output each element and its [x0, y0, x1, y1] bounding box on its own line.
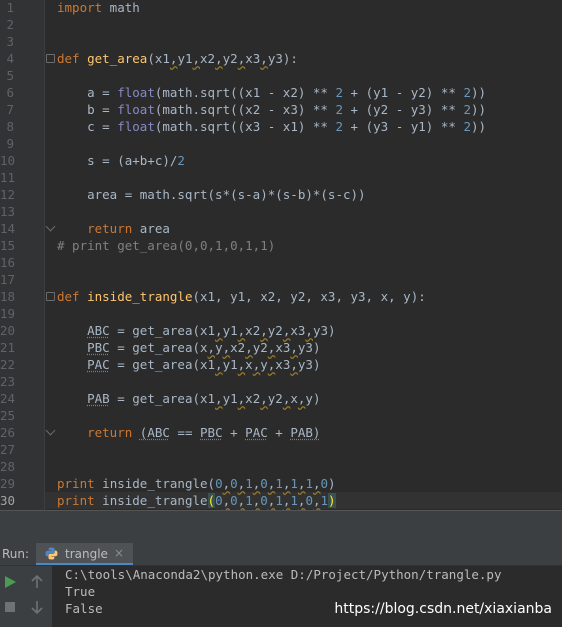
- watermark: https://blog.csdn.net/xiaxianba: [334, 601, 552, 617]
- line-number: 26: [0, 425, 16, 440]
- console-line: True: [65, 584, 96, 599]
- close-icon[interactable]: ×: [114, 546, 124, 560]
- code-line[interactable]: def get_area(x1,y1,x2,y2,x3,y3):: [57, 50, 298, 67]
- line-number: 14: [0, 221, 16, 236]
- line-number: 1: [6, 0, 14, 15]
- line-number: 2: [6, 17, 14, 32]
- line-number: 4: [6, 51, 14, 66]
- line-number: 21: [0, 340, 16, 355]
- code-line[interactable]: c = float(math.sqrt((x3 - x1) ** 2 + (y3…: [57, 118, 486, 135]
- line-number: 18: [0, 289, 16, 304]
- line-number: 29: [0, 476, 16, 491]
- line-number: 11: [0, 170, 16, 185]
- run-tab-label: trangle: [65, 547, 108, 561]
- code-line[interactable]: PAB = get_area(x1,y1,x2,y2,x,y): [57, 390, 320, 407]
- panel-splitter[interactable]: [0, 514, 562, 543]
- code-line[interactable]: s = (a+b+c)/2: [57, 152, 185, 169]
- line-number: 30: [0, 493, 16, 508]
- line-number: 12: [0, 187, 16, 202]
- fold-end-icon[interactable]: [45, 425, 56, 436]
- code-line[interactable]: def inside_trangle(x1, y1, x2, y2, x3, y…: [57, 288, 426, 305]
- code-line[interactable]: b = float(math.sqrt((x2 - x3) ** 2 + (y2…: [57, 101, 486, 118]
- line-number: 23: [0, 374, 16, 389]
- line-number: 19: [0, 306, 16, 321]
- run-toolbar: [0, 566, 52, 627]
- scroll-down-icon[interactable]: [28, 598, 46, 616]
- console-output[interactable]: C:\tools\Anaconda2\python.exe D:/Project…: [52, 566, 562, 627]
- gutter-separator: [44, 0, 45, 513]
- line-number: 27: [0, 442, 16, 457]
- line-number: 24: [0, 391, 16, 406]
- run-tab-trangle[interactable]: trangle ×: [36, 543, 133, 565]
- line-number: 28: [0, 459, 16, 474]
- console-line: C:\tools\Anaconda2\python.exe D:/Project…: [65, 567, 502, 582]
- line-number: 20: [0, 323, 16, 338]
- fold-icon[interactable]: [46, 292, 55, 301]
- code-editor[interactable]: 1 2 3 4 5 6 7 8 9 10 11 12 13 14 15 16 17 18 19 20 21 22 23 24 2…: [0, 0, 562, 513]
- code-line[interactable]: area = math.sqrt(s*(s-a)*(s-b)*(s-c)): [57, 186, 365, 203]
- fold-icon[interactable]: [46, 54, 55, 63]
- line-number: 5: [6, 68, 14, 83]
- code-line[interactable]: return (ABC == PBC + PAC + PAB): [57, 424, 320, 441]
- fold-end-icon[interactable]: [45, 221, 56, 232]
- code-line[interactable]: return area: [57, 220, 170, 237]
- code-line[interactable]: a = float(math.sqrt((x1 - x2) ** 2 + (y1…: [57, 84, 486, 101]
- code-line[interactable]: import math: [57, 0, 140, 16]
- console-line: False: [65, 601, 103, 616]
- line-number: 3: [6, 34, 14, 49]
- line-number: 16: [0, 255, 16, 270]
- code-line[interactable]: print inside_trangle(0,0,1,0,1,1,1,0): [57, 475, 336, 492]
- line-number: 6: [6, 85, 14, 100]
- run-panel-label: Run:: [2, 547, 30, 561]
- line-number: 7: [6, 102, 14, 117]
- code-line[interactable]: PAC = get_area(x1,y1,x,y,x3,y3): [57, 356, 320, 373]
- code-line[interactable]: print inside_trangle(0,0,1,0,1,1,0,1): [57, 492, 336, 509]
- line-number: 25: [0, 408, 16, 423]
- python-icon: [45, 547, 58, 560]
- run-panel-header: Run: trangle ×: [0, 543, 562, 566]
- code-line[interactable]: PBC = get_area(x,y,x2,y2,x3,y3): [57, 339, 320, 356]
- line-number: 8: [6, 119, 14, 134]
- code-line[interactable]: ABC = get_area(x1,y1,x2,y2,x3,y3): [57, 322, 335, 339]
- line-number: 10: [0, 153, 16, 168]
- line-number-gutter: 1 2 3 4 5 6 7 8 9 10 11 12 13 14 15 16 17 18 19 20 21 22 23 24 2…: [0, 0, 44, 513]
- run-icon[interactable]: [1, 573, 19, 591]
- stop-icon[interactable]: [1, 598, 19, 616]
- line-number: 9: [6, 136, 14, 151]
- code-line[interactable]: # print get_area(0,0,1,0,1,1): [57, 237, 275, 254]
- line-number: 22: [0, 357, 16, 372]
- line-number: 17: [0, 272, 16, 287]
- line-number: 15: [0, 238, 16, 253]
- line-number: 13: [0, 204, 16, 219]
- scroll-up-icon[interactable]: [28, 573, 46, 591]
